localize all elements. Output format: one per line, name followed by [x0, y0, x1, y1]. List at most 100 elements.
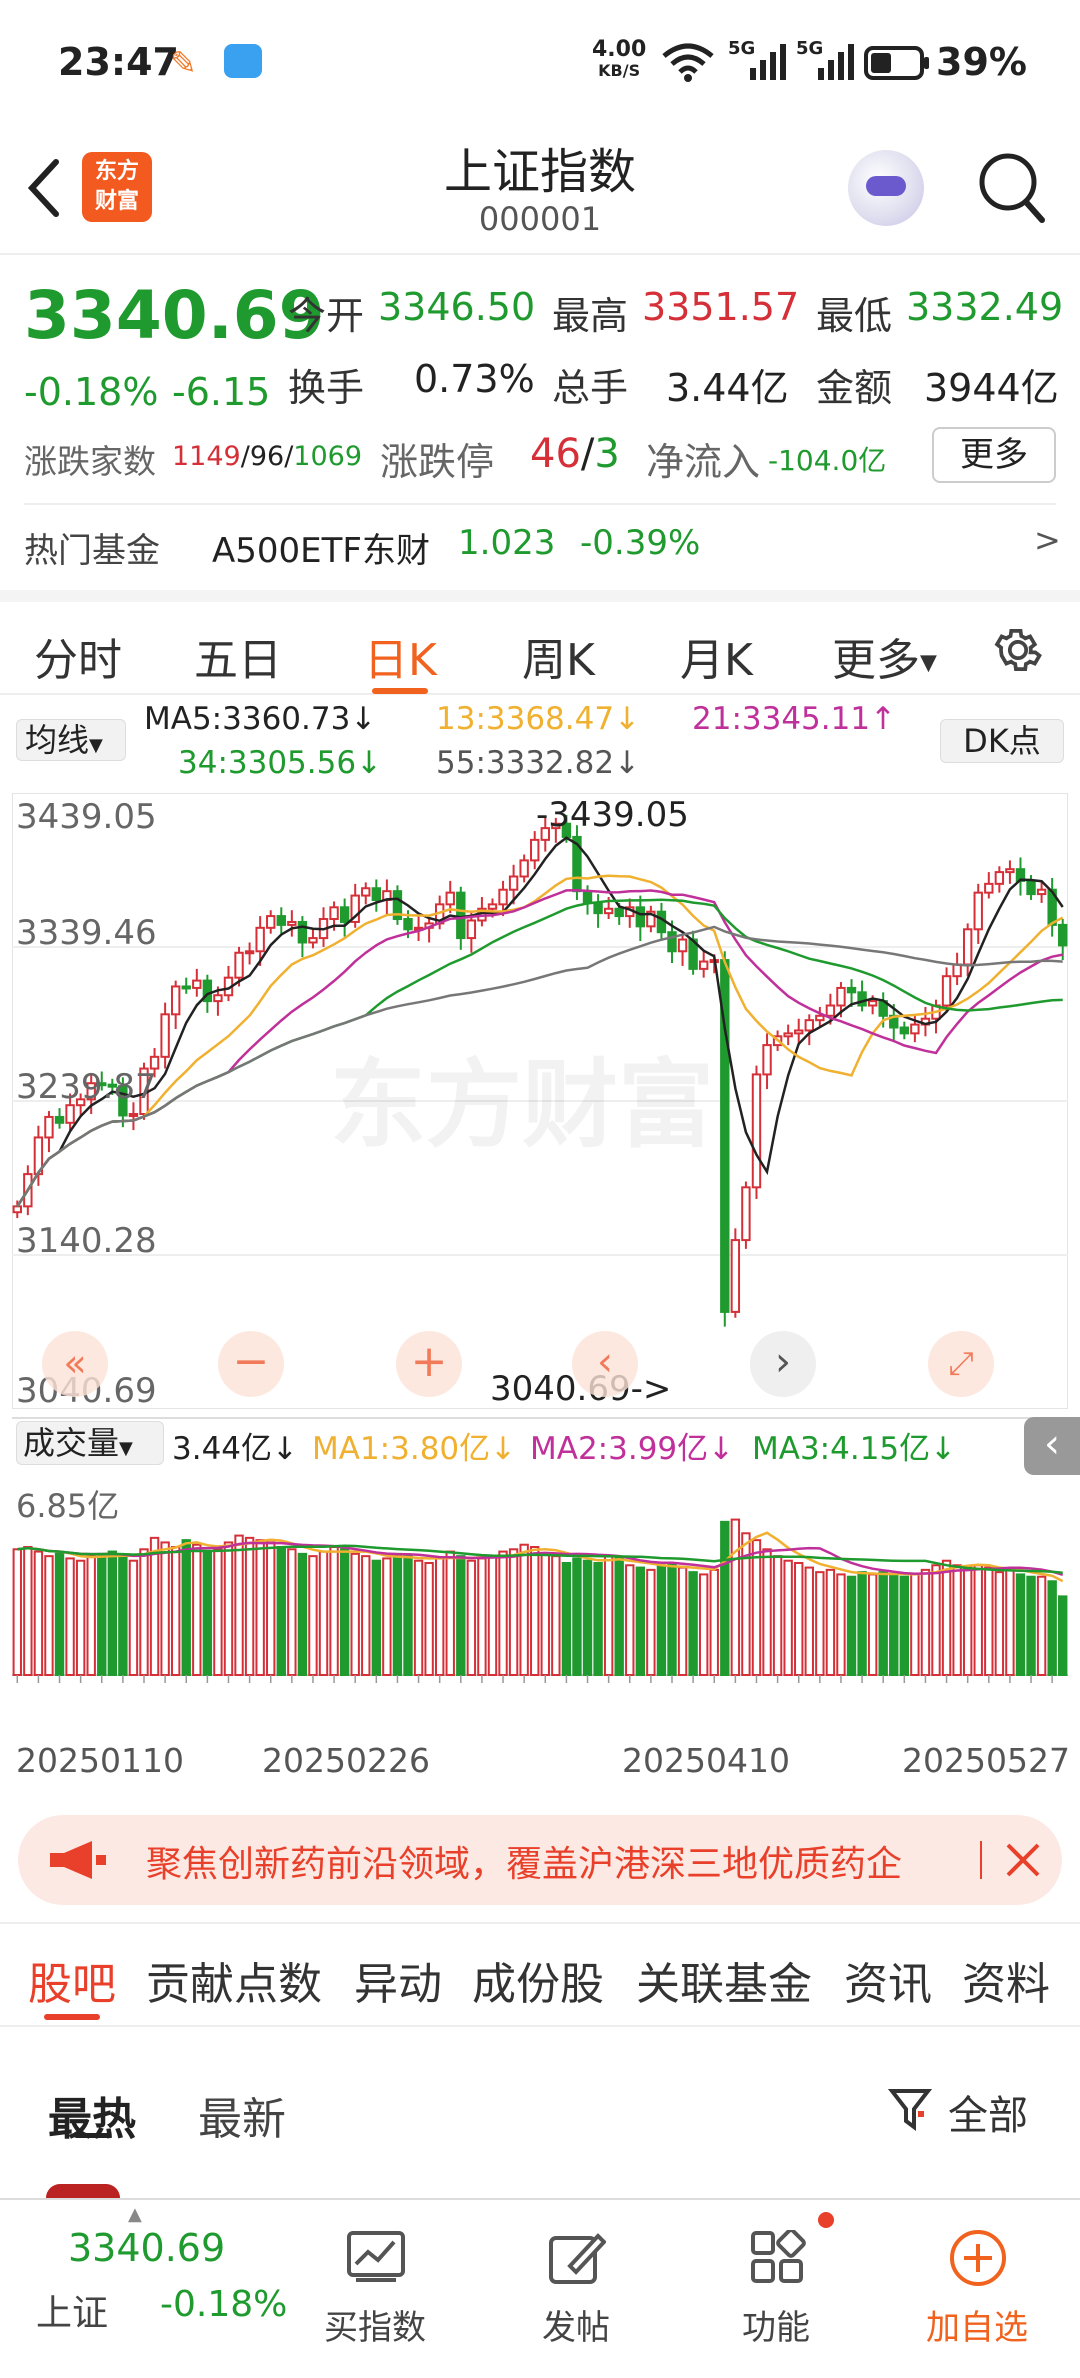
last-price: 3340.69 [24, 277, 325, 354]
volume-bar [487, 1555, 498, 1676]
tab-weekly-k[interactable]: 周K [522, 624, 595, 688]
volume-bar [107, 1550, 118, 1676]
tab-more[interactable]: 更多▼ [832, 624, 937, 688]
candle [551, 822, 561, 830]
settings-gear-icon[interactable] [990, 622, 1046, 678]
ma13-label: 13:3368.47↓ [436, 701, 641, 737]
candle [614, 907, 624, 918]
active-tab-indicator [372, 688, 428, 694]
high-label: 最高 [552, 294, 629, 338]
tab-contribution[interactable]: 贡献点数 [146, 1948, 322, 2012]
volume-bar [466, 1559, 477, 1676]
tab-five-day[interactable]: 五日 [194, 624, 282, 688]
assistant-avatar-icon[interactable] [848, 150, 924, 226]
kline-chart-area[interactable]: 均线▼ MA5:3360.73↓ 13:3368.47↓ 21:3345.11↑… [0, 697, 1080, 1797]
filter-all[interactable]: 全部 [948, 2083, 1028, 2141]
volume-bar [456, 1555, 466, 1676]
scroll-left-icon[interactable]: ‹ [572, 1331, 638, 1397]
volume-chart[interactable] [12, 1475, 1068, 1735]
scroll-left-fast-icon[interactable]: « [42, 1331, 108, 1397]
candle [667, 931, 677, 953]
volume-bar [656, 1564, 667, 1676]
ma55-label: 55:3332.82↓ [436, 745, 641, 781]
ma55-line [16, 925, 1063, 1208]
candle [603, 907, 614, 915]
candle [244, 950, 255, 955]
volume-bar [339, 1548, 350, 1676]
volume-bar [1026, 1575, 1036, 1676]
battery-level: 39% [936, 40, 1027, 84]
volume-label: 3.44亿↓ [172, 1431, 298, 1467]
volume-bar [297, 1552, 308, 1676]
fullscreen-icon[interactable]: ⤢ [928, 1331, 994, 1397]
fund-label: 热门基金 [24, 531, 160, 571]
banner-text[interactable]: 聚焦创新药前沿领域，覆盖沪港深三地优质药企 [146, 1835, 982, 1885]
close-icon[interactable] [1004, 1841, 1042, 1879]
vol-ma1-label: MA1:3.80亿↓ [312, 1431, 517, 1467]
volume-bar [318, 1550, 329, 1676]
volume-bar [403, 1555, 413, 1676]
filter-icon[interactable] [888, 2085, 934, 2133]
quote-panel: 3340.69 -0.18% -6.15 今开 3346.50 最高 3351.… [0, 255, 1080, 590]
tab-guba[interactable]: 股吧 [28, 1948, 116, 2012]
candle [255, 926, 265, 953]
scroll-right-icon[interactable]: › [750, 1331, 816, 1397]
volume-bar [1005, 1568, 1015, 1676]
add-watchlist-label: 加自选 [926, 2308, 1028, 2348]
collapse-up-icon[interactable]: ▲ [128, 2204, 142, 2225]
open-label: 今开 [288, 294, 365, 338]
tab-profile[interactable]: 资料 [962, 1948, 1050, 2012]
post-button[interactable]: 发帖 [500, 2200, 652, 2378]
candle [846, 986, 857, 994]
zoom-out-icon[interactable]: − [218, 1331, 284, 1397]
volume-bar [434, 1557, 445, 1676]
tab-monthly-k[interactable]: 月K [680, 624, 753, 688]
more-button[interactable]: 更多 [932, 427, 1056, 483]
avatar[interactable] [46, 2184, 120, 2198]
candle [677, 938, 688, 953]
buy-index-button[interactable]: 买指数 [300, 2200, 452, 2378]
functions-button[interactable]: 功能 [700, 2200, 852, 2378]
candle [730, 1239, 741, 1313]
candle [339, 906, 350, 923]
sort-new[interactable]: 最新 [198, 2083, 286, 2147]
x-axis-label: 20250226 [262, 1741, 430, 1780]
tab-minute[interactable]: 分时 [34, 624, 122, 688]
tab-news[interactable]: 资讯 [844, 1948, 932, 2012]
volume-bar [857, 1571, 867, 1676]
volume-bar [677, 1566, 688, 1676]
breadth-values: 1149/96/1069 [172, 441, 363, 472]
collapse-panel-icon[interactable]: ‹ [1024, 1417, 1080, 1475]
x-axis-label: 20250410 [622, 1741, 790, 1780]
volume-bar [223, 1541, 234, 1676]
search-icon[interactable] [976, 150, 1046, 224]
volume-bar [952, 1564, 962, 1676]
fund-name[interactable]: A500ETF东财 [212, 523, 430, 572]
functions-label: 功能 [742, 2308, 810, 2348]
add-watchlist-button[interactable]: 加自选 [900, 2200, 1060, 2378]
active-tab-indicator [44, 2014, 100, 2020]
volume-indicator-selector[interactable]: 成交量▼ [16, 1421, 164, 1465]
signal1-icon [750, 44, 786, 80]
tab-related-funds[interactable]: 关联基金 [636, 1948, 812, 2012]
content-tabs: 股吧 贡献点数 异动 成份股 关联基金 资讯 资料 [0, 1922, 1080, 2027]
chart-trend-icon [347, 2231, 405, 2282]
volume-bar [244, 1536, 255, 1676]
bottom-quote-summary[interactable]: ▲ 3340.69 上证 -0.18% [0, 2200, 300, 2378]
candle [899, 1026, 910, 1035]
tab-movement[interactable]: 异动 [354, 1948, 442, 2012]
dropdown-arrow-icon: ▼ [89, 735, 103, 756]
volume-bar [424, 1562, 434, 1676]
candle [836, 986, 846, 1007]
zoom-in-icon[interactable]: + [396, 1331, 462, 1397]
promo-banner[interactable]: 聚焦创新药前沿领域，覆盖沪港深三地优质药企 [18, 1815, 1062, 1905]
ma-selector[interactable]: 均线▼ [16, 719, 126, 761]
volume-bar [160, 1541, 170, 1676]
candlestick-chart[interactable] [12, 793, 1068, 1409]
tab-daily-k[interactable]: 日K [364, 624, 437, 688]
candle [508, 875, 519, 891]
dk-point-button[interactable]: DK点 [940, 719, 1064, 763]
tab-constituents[interactable]: 成份股 [472, 1948, 604, 2012]
volume-bar [519, 1543, 529, 1677]
fund-arrow-icon[interactable]: > [1034, 521, 1061, 559]
